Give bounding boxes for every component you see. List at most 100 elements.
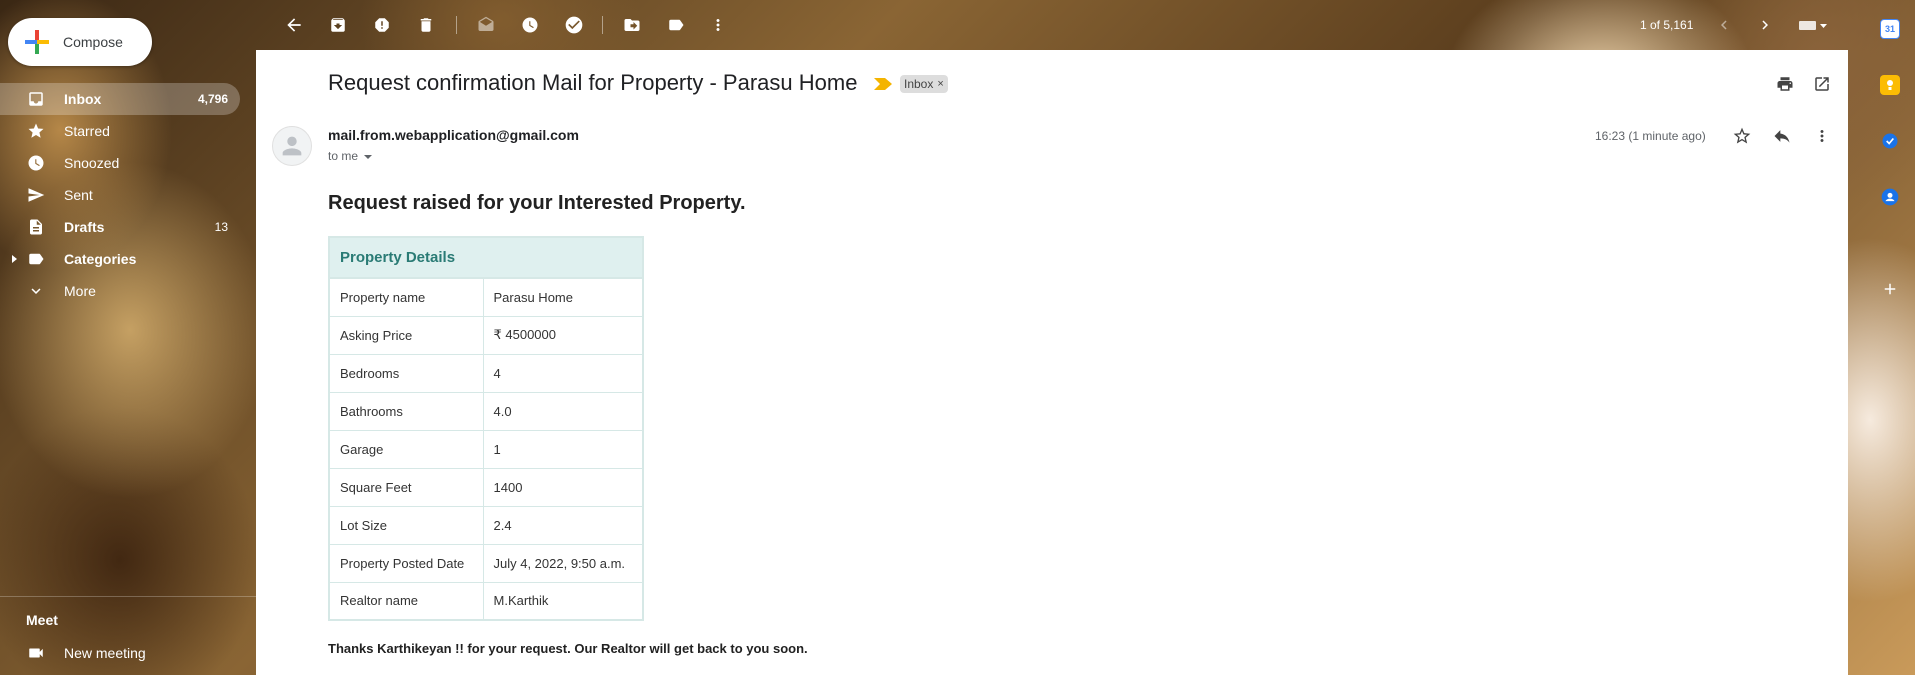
sidebar-item-starred[interactable]: Starred (0, 115, 240, 147)
more-vert-icon[interactable] (706, 13, 730, 37)
label-icon (26, 249, 46, 269)
inbox-label-chip: Inbox × (900, 75, 948, 93)
videocam-icon (26, 644, 46, 662)
side-panel: 31 (1848, 0, 1915, 675)
chevron-down-icon (26, 281, 46, 301)
sidebar-item-categories[interactable]: Categories (0, 243, 240, 275)
older-chevron-right-icon[interactable] (1753, 13, 1777, 37)
meet-title: Meet (26, 612, 58, 628)
property-details-table: Property Details Property name Parasu Hom… (328, 236, 644, 621)
row-value: ₹ 4500000 (482, 315, 644, 355)
snooze-icon[interactable] (518, 13, 542, 37)
newer-chevron-left-icon[interactable] (1712, 13, 1736, 37)
recipient-details-toggle[interactable]: to me (328, 149, 373, 163)
table-row: Lot Size 2.4 (328, 505, 644, 545)
divider (0, 596, 256, 597)
open-in-new-window-icon[interactable] (1810, 72, 1834, 96)
row-key: Property Posted Date (328, 543, 484, 583)
dropdown-arrow-icon (364, 154, 373, 159)
report-spam-icon[interactable] (370, 13, 394, 37)
email-body-heading: Request raised for your Interested Prope… (328, 192, 746, 214)
toolbar-divider (602, 16, 603, 34)
sidebar-item-label: Drafts (64, 219, 105, 235)
back-arrow-icon[interactable] (282, 13, 306, 37)
email-view: Request confirmation Mail for Property -… (256, 50, 1848, 675)
add-addon-plus-icon[interactable] (1878, 277, 1902, 301)
row-value: 1 (482, 429, 644, 469)
row-key: Bathrooms (328, 391, 484, 431)
row-key: Asking Price (328, 315, 484, 355)
pager-text: 1 of 5,161 (1640, 18, 1694, 32)
clock-icon (26, 153, 46, 173)
sidebar-nav: Inbox 4,796 Starred Snoozed Sent Drafts … (0, 83, 240, 307)
row-key: Bedrooms (328, 353, 484, 393)
compose-label: Compose (63, 34, 123, 50)
row-value: 2.4 (482, 505, 644, 545)
move-to-icon[interactable] (620, 13, 644, 37)
sidebar-item-label: Sent (64, 187, 93, 203)
expand-caret-icon[interactable] (12, 255, 17, 263)
star-outline-icon[interactable] (1730, 124, 1754, 148)
keep-icon[interactable] (1880, 75, 1900, 95)
more-vert-icon[interactable] (1810, 124, 1834, 148)
input-tools-keyboard-icon[interactable] (1796, 13, 1832, 37)
tasks-icon[interactable] (1880, 131, 1900, 151)
table-row: Garage 1 (328, 429, 644, 469)
mark-unread-icon[interactable] (474, 13, 498, 37)
row-value: Parasu Home (482, 277, 644, 317)
table-row: Property name Parasu Home (328, 277, 644, 317)
draft-icon (26, 217, 46, 237)
unread-count: 4,796 (197, 92, 228, 106)
table-header-row: Property Details (328, 236, 644, 279)
row-value: 4.0 (482, 391, 644, 431)
row-value: July 4, 2022, 9:50 a.m. (482, 543, 644, 583)
label-icon[interactable] (664, 13, 688, 37)
archive-icon[interactable] (326, 13, 350, 37)
sidebar-item-label: Starred (64, 123, 110, 139)
message-toolbar: 1 of 5,161 (256, 0, 1848, 50)
sidebar-item-drafts[interactable]: Drafts 13 (0, 211, 240, 243)
email-closing-text: Thanks Karthikeyan !! for your request. … (328, 641, 808, 656)
sidebar-item-more[interactable]: More (0, 275, 240, 307)
table-title: Property Details (328, 236, 644, 279)
table-row: Square Feet 1400 (328, 467, 644, 507)
compose-plus-icon (25, 30, 49, 54)
sidebar-item-sent[interactable]: Sent (0, 179, 240, 211)
row-value: M.Karthik (482, 581, 644, 621)
inbox-icon (26, 89, 46, 109)
compose-button[interactable]: Compose (8, 18, 152, 66)
sidebar-item-inbox[interactable]: Inbox 4,796 (0, 83, 240, 115)
reply-icon[interactable] (1770, 124, 1794, 148)
table-row: Asking Price ₹ 4500000 (328, 315, 644, 355)
email-subject: Request confirmation Mail for Property -… (328, 70, 858, 95)
sidebar-item-label: Snoozed (64, 155, 120, 171)
remove-label-icon[interactable]: × (937, 78, 943, 90)
toolbar-divider (456, 16, 457, 34)
row-key: Lot Size (328, 505, 484, 545)
row-key: Square Feet (328, 467, 484, 507)
new-meeting-label: New meeting (64, 645, 146, 661)
delete-icon[interactable] (414, 13, 438, 37)
importance-marker-icon[interactable] (874, 77, 892, 95)
table-row: Bathrooms 4.0 (328, 391, 644, 431)
row-key: Realtor name (328, 581, 484, 621)
table-row: Realtor name M.Karthik (328, 581, 644, 621)
draft-count: 13 (214, 220, 228, 234)
sidebar-item-label: More (64, 283, 96, 299)
calendar-icon[interactable]: 31 (1880, 19, 1900, 39)
sidebar-item-label: Categories (64, 251, 137, 267)
sidebar-item-snoozed[interactable]: Snoozed (0, 147, 240, 179)
table-row: Property Posted Date July 4, 2022, 9:50 a… (328, 543, 644, 583)
sender-avatar[interactable] (272, 126, 312, 166)
print-icon[interactable] (1773, 72, 1797, 96)
send-icon (26, 185, 46, 205)
new-meeting-button[interactable]: New meeting (0, 637, 240, 669)
contacts-icon[interactable] (1880, 187, 1900, 207)
add-to-tasks-icon[interactable] (562, 13, 586, 37)
row-key: Property name (328, 277, 484, 317)
sender-address[interactable]: mail.from.webapplication@gmail.com (328, 127, 579, 143)
row-value: 1400 (482, 467, 644, 507)
row-value: 4 (482, 353, 644, 393)
chip-label: Inbox (904, 77, 934, 91)
row-key: Garage (328, 429, 484, 469)
